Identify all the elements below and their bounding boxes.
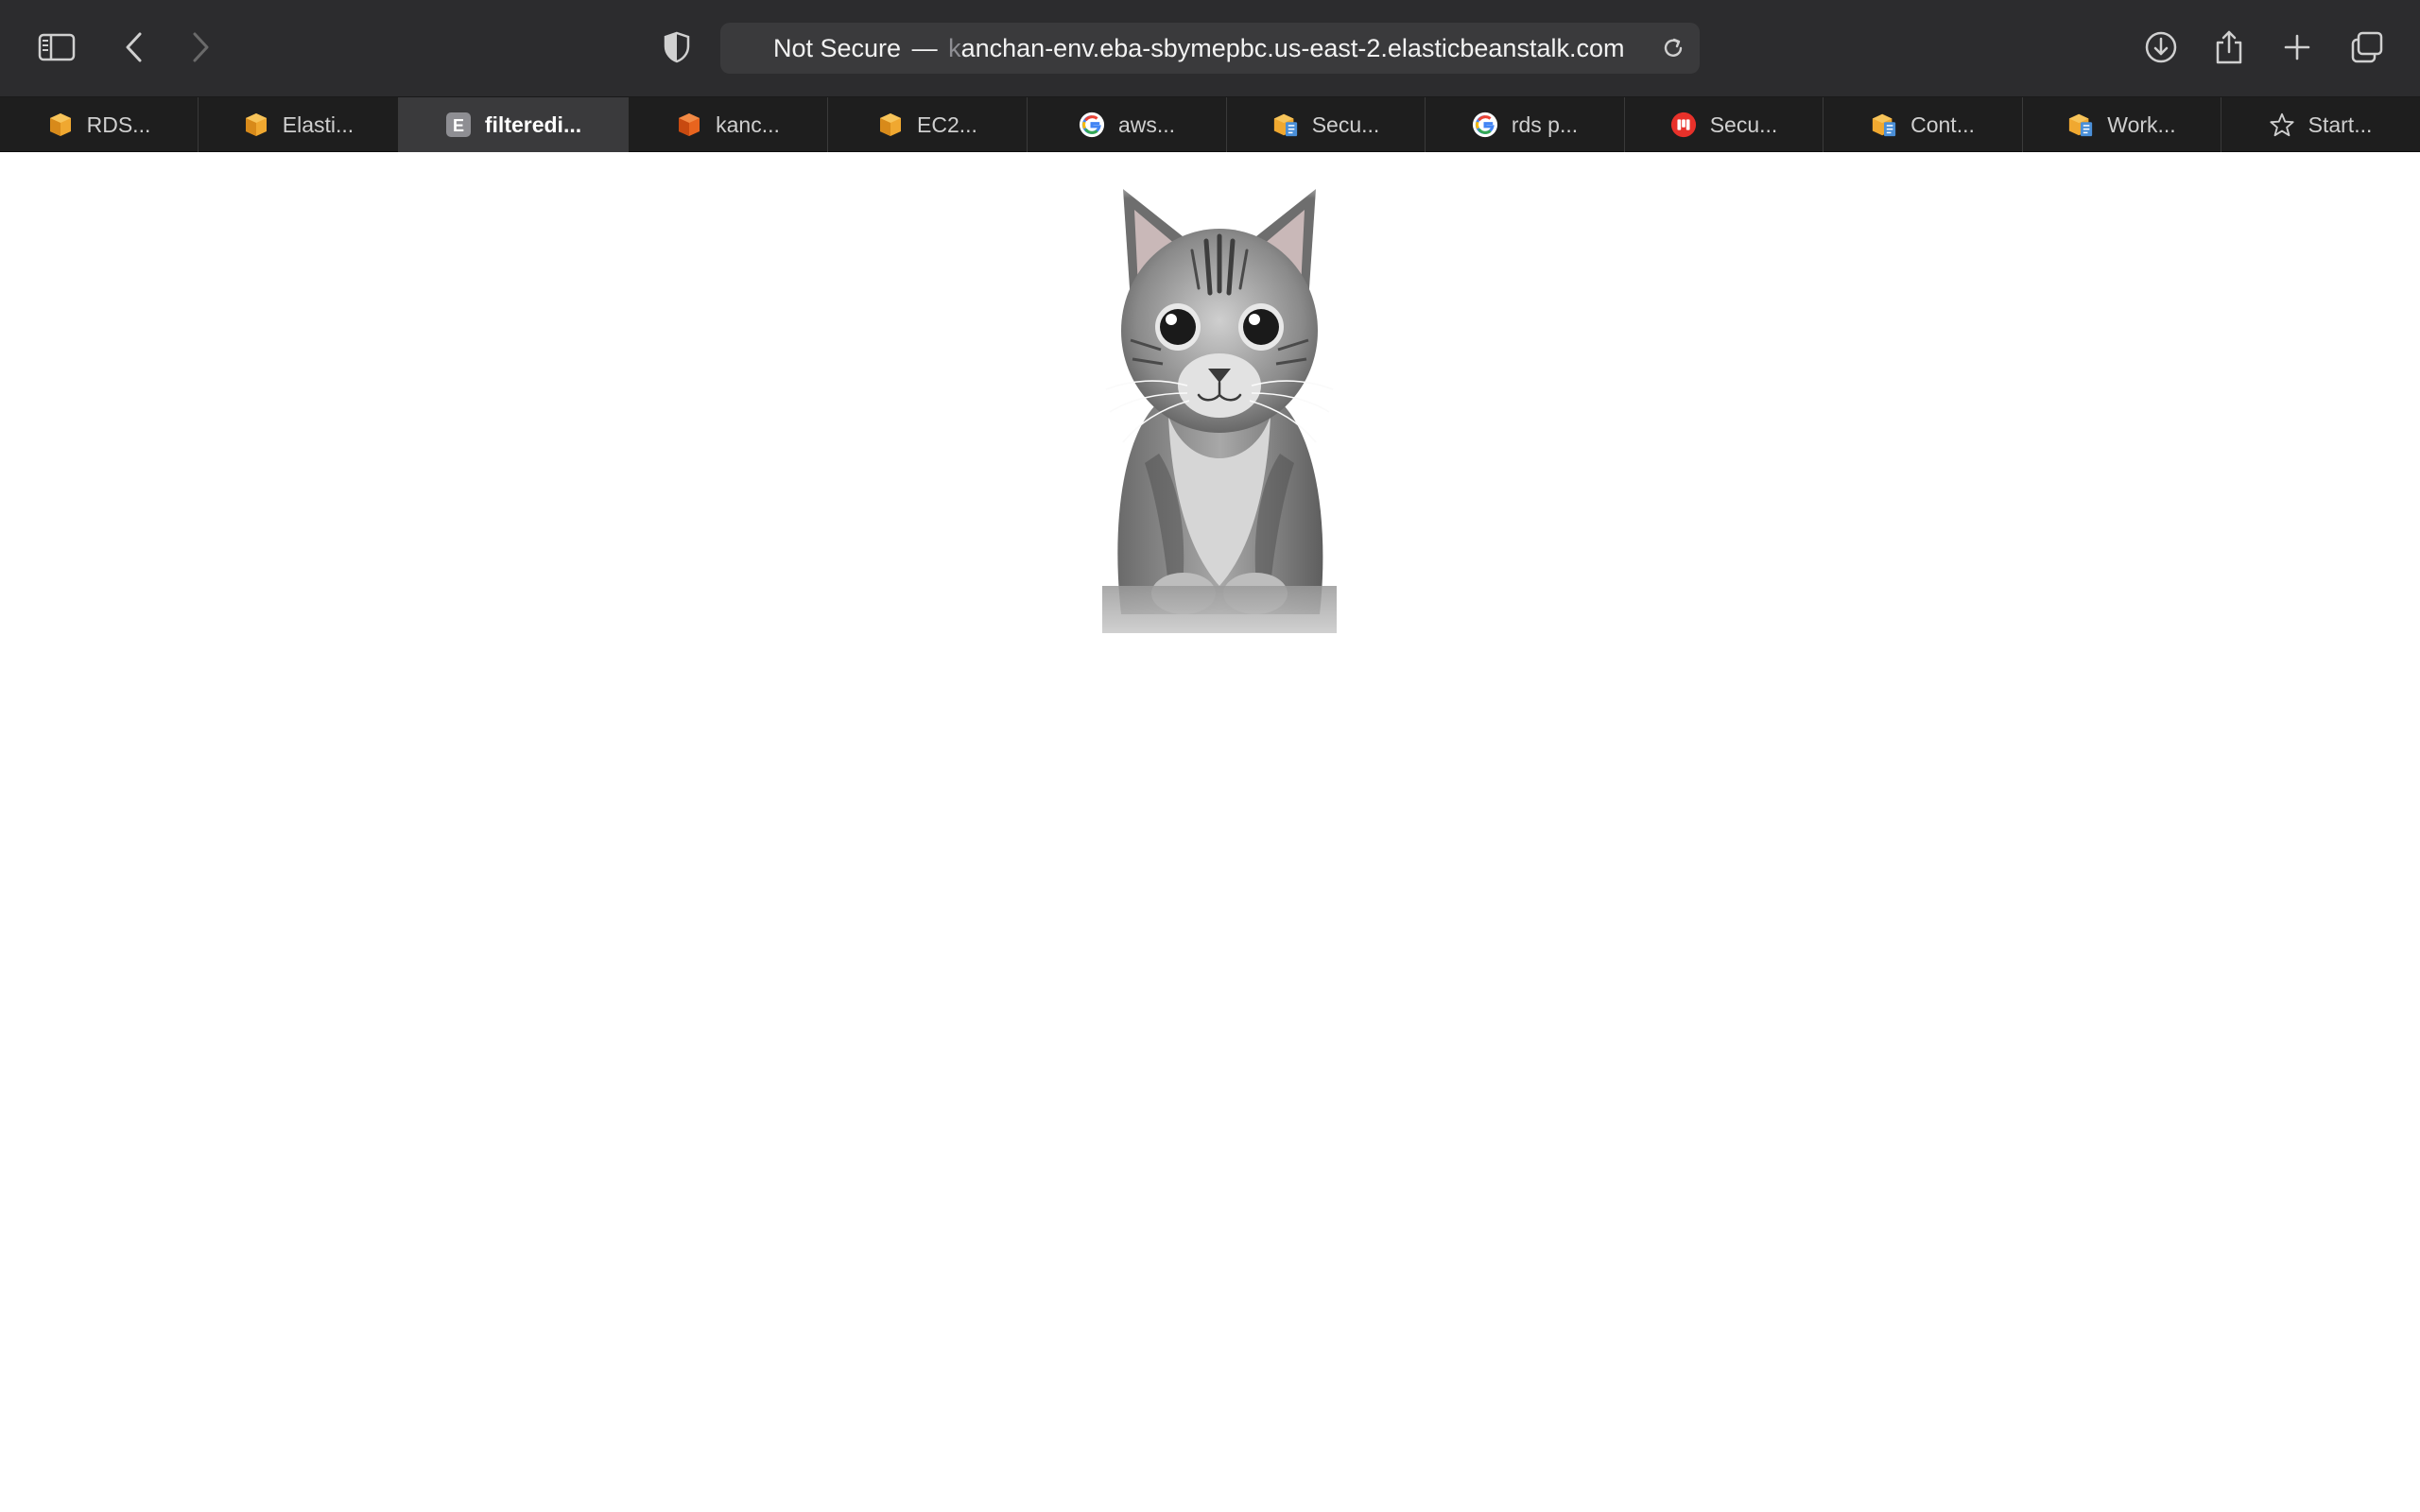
google-icon: [1079, 112, 1105, 138]
svg-text:E: E: [453, 116, 464, 135]
forward-button[interactable]: [176, 23, 225, 72]
aws-cube-icon: [877, 112, 904, 138]
browser-toolbar: Not Secure — kanchan-env.eba-sbymepbc.us…: [0, 0, 2420, 97]
tab-label: Work...: [2107, 112, 2176, 137]
aws-docs-icon: [1272, 112, 1299, 138]
tab-elastic-beanstalk[interactable]: Elasti...: [199, 97, 399, 152]
tab-security-docs[interactable]: Secu...: [1227, 97, 1426, 152]
tab-overview-button[interactable]: [2342, 23, 2392, 72]
aws-docs-icon: [1871, 112, 1897, 138]
security-label: Not Secure: [773, 34, 902, 62]
address-bar[interactable]: Not Secure — kanchan-env.eba-sbymepbc.us…: [720, 23, 1700, 74]
shield-icon: [664, 31, 690, 63]
sidebar-toggle-button[interactable]: [32, 23, 81, 72]
chevron-right-icon: [193, 32, 209, 62]
tab-security-red[interactable]: Secu...: [1625, 97, 1824, 152]
downloads-button[interactable]: [2136, 23, 2186, 72]
letter-e-icon: E: [445, 112, 472, 138]
tab-google-rds[interactable]: rds p...: [1426, 97, 1625, 152]
tab-label: EC2...: [917, 112, 977, 137]
reload-icon: [1664, 38, 1683, 57]
aws-docs-icon: [2067, 112, 2094, 138]
plus-icon: [2284, 34, 2310, 60]
aws-cube-icon: [243, 112, 269, 138]
address-separator: —: [911, 34, 938, 62]
google-icon: [1472, 112, 1498, 138]
star-icon: [2269, 112, 2295, 138]
new-tab-button[interactable]: [2273, 23, 2322, 72]
tabs-icon: [2351, 31, 2383, 63]
cat-image: [1102, 170, 1337, 633]
tab-rds[interactable]: RDS...: [0, 97, 199, 152]
tab-filteredimage[interactable]: E filteredi...: [399, 97, 629, 152]
tab-label: Secu...: [1311, 112, 1380, 137]
tab-ec2[interactable]: EC2...: [828, 97, 1028, 152]
tab-label: Cont...: [1910, 112, 1975, 137]
tab-label: rds p...: [1511, 112, 1579, 137]
tab-label: kanc...: [716, 112, 780, 137]
tab-label: aws...: [1117, 112, 1176, 137]
tab-work[interactable]: Work...: [2023, 97, 2221, 152]
red-circle-icon: [1670, 112, 1697, 138]
page-content: [0, 153, 2420, 1512]
tab-label: filteredi...: [484, 112, 582, 137]
address-obscured-prefix: k: [948, 34, 961, 62]
reload-button[interactable]: [1660, 35, 1686, 61]
sidebar-icon: [38, 33, 76, 61]
share-button[interactable]: [2204, 23, 2254, 72]
chevron-left-icon: [126, 32, 142, 62]
tab-label: Start...: [2308, 112, 2373, 137]
tab-bar: RDS... Elasti... E filteredi... kanc... …: [0, 97, 2420, 152]
tab-kanchan[interactable]: kanc...: [629, 97, 828, 152]
share-icon: [2216, 30, 2242, 64]
address-text[interactable]: Not Secure — kanchan-env.eba-sbymepbc.us…: [773, 23, 1624, 74]
tab-label: Elasti...: [282, 112, 354, 137]
tab-start-page[interactable]: Start...: [2221, 97, 2419, 152]
back-button[interactable]: [110, 23, 159, 72]
aws-cube-icon: [47, 112, 74, 138]
tab-cont[interactable]: Cont...: [1824, 97, 2023, 152]
download-icon: [2145, 31, 2177, 63]
aws-orange-cube-icon: [676, 112, 702, 138]
tab-label: Secu...: [1709, 112, 1778, 137]
privacy-report-button[interactable]: [652, 23, 701, 72]
tab-label: RDS...: [86, 112, 151, 137]
address-url: anchan-env.eba-sbymepbc.us-east-2.elasti…: [960, 34, 1625, 62]
tab-google-aws[interactable]: aws...: [1028, 97, 1227, 152]
